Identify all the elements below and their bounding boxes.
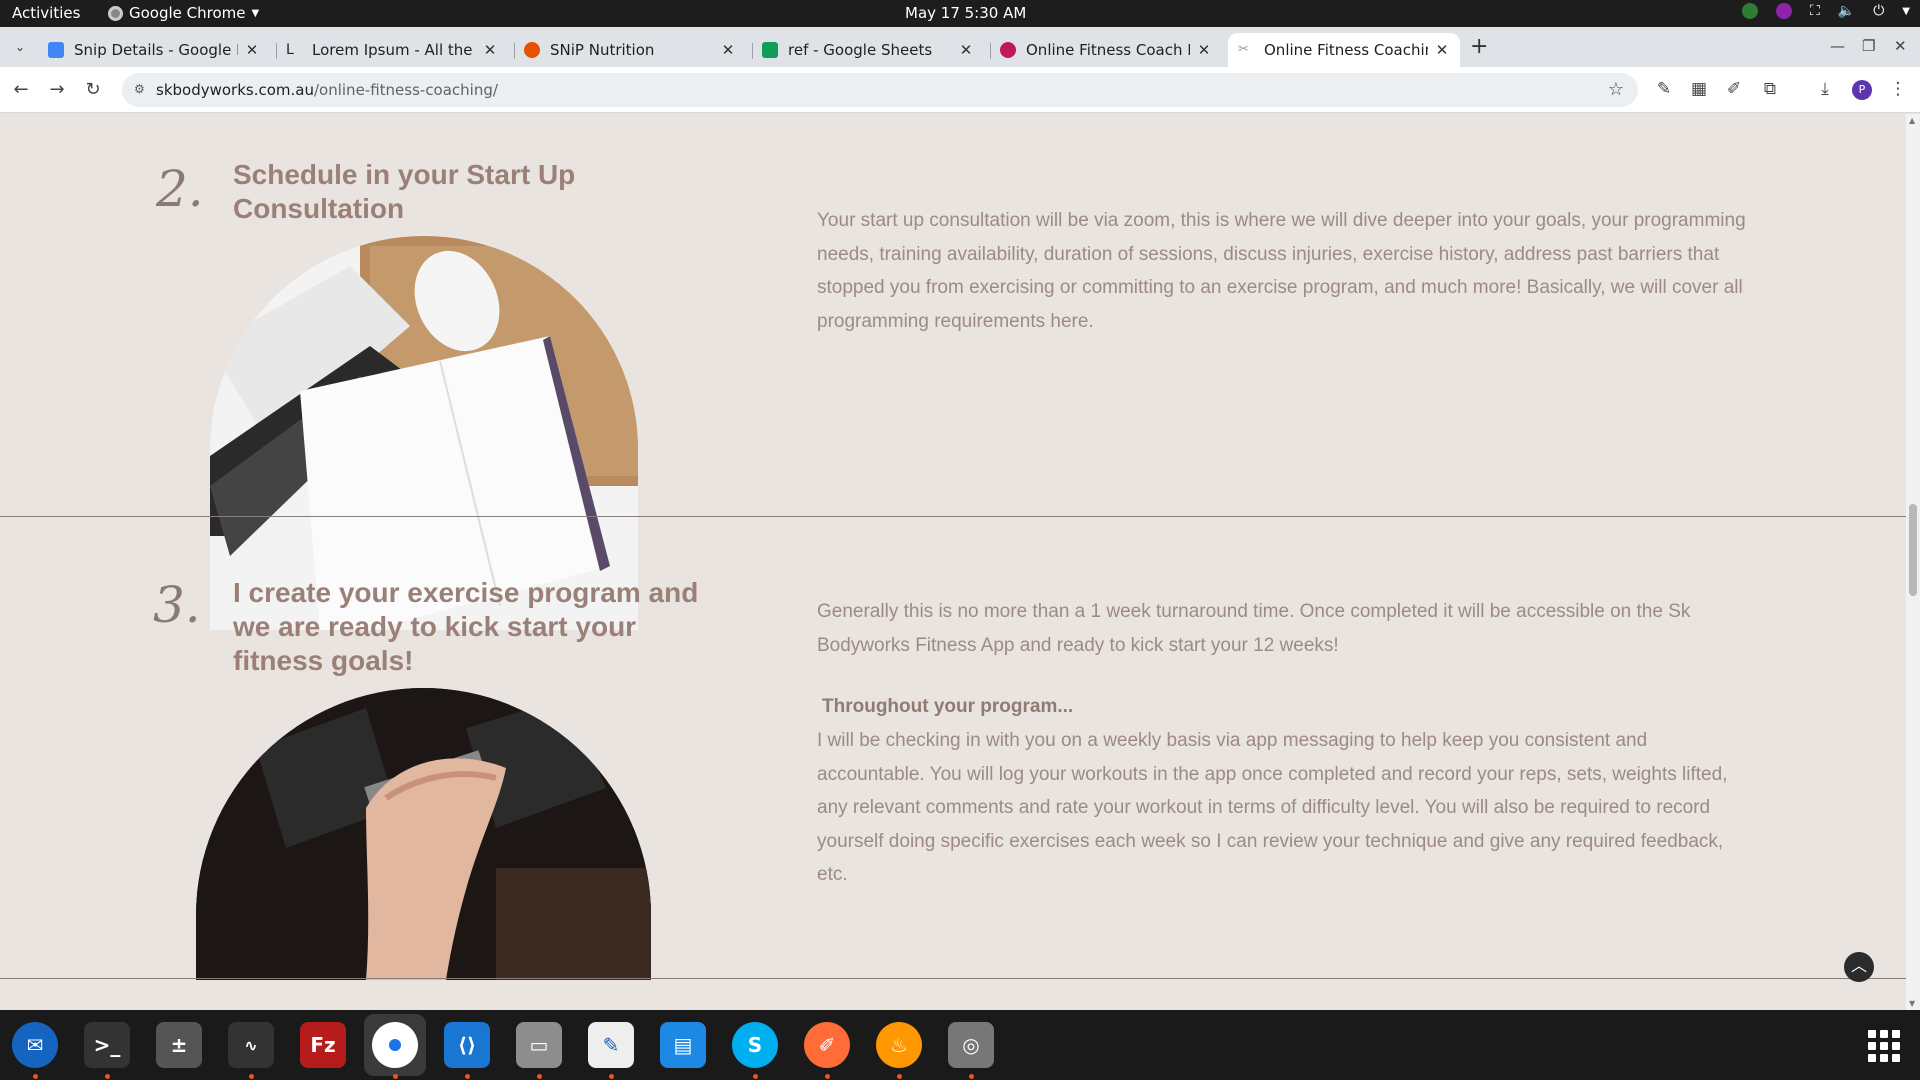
tab-snip-nutrition[interactable]: SNiP Nutrition ✕: [514, 33, 746, 67]
vscode-icon[interactable]: ⟨⟩: [444, 1022, 490, 1068]
network-icon[interactable]: ⛶: [1810, 3, 1820, 19]
extension-calendar-icon[interactable]: ▦: [1689, 79, 1709, 99]
restore-icon[interactable]: ❐: [1862, 37, 1875, 55]
tab-snip-details[interactable]: Snip Details - Google Do ✕: [38, 33, 270, 67]
scroll-down-icon[interactable]: ▼: [1909, 999, 1915, 1008]
close-icon[interactable]: ✕: [244, 41, 260, 59]
files-icon[interactable]: ▭: [516, 1022, 562, 1068]
step-description: Your start up consultation will be via z…: [817, 210, 1746, 332]
step-title: Schedule in your Start Up Consultation: [233, 159, 576, 224]
tab-search-button[interactable]: ⌄: [8, 35, 32, 59]
tab-title: Online Fitness Coach Bri: [1026, 41, 1190, 59]
step-title: I create your exercise program and we ar…: [233, 577, 699, 676]
section-divider: [0, 516, 1906, 517]
tab-online-fitness-coaching[interactable]: ✂ Online Fitness Coaching ✕: [1228, 33, 1460, 67]
close-window-icon[interactable]: ✕: [1894, 37, 1907, 55]
browser-toolbar: ← → ↻ ⚙ skbodyworks.com.au/online-fitnes…: [0, 67, 1920, 113]
scrollbar-thumb[interactable]: [1909, 504, 1917, 596]
update-check-icon[interactable]: [1741, 3, 1758, 19]
web-page: 2. Schedule in your Start Up Consultatio…: [0, 114, 1906, 1010]
app-menu[interactable]: Google Chrome ▼: [108, 4, 259, 22]
eyedropper-icon[interactable]: ✎: [1654, 79, 1674, 99]
address-bar[interactable]: ⚙ skbodyworks.com.au/online-fitness-coac…: [122, 73, 1638, 107]
terminal-icon[interactable]: >_: [84, 1022, 130, 1068]
tab-title: Lorem Ipsum - All the fac: [312, 41, 476, 59]
tab-ref-sheets[interactable]: ref - Google Sheets ✕: [752, 33, 984, 67]
system-tray: ⛶ 🔈 ⏻ ▼: [1741, 3, 1910, 19]
new-tab-icon[interactable]: +: [1470, 36, 1488, 58]
calculator-icon[interactable]: ±: [156, 1022, 202, 1068]
postman-icon[interactable]: ✐: [804, 1022, 850, 1068]
close-icon[interactable]: ✕: [1196, 41, 1212, 59]
site-info-icon[interactable]: ⚙: [134, 82, 150, 98]
scroll-up-icon[interactable]: ▲: [1909, 116, 1915, 125]
section-divider: [0, 978, 1906, 979]
activities-button[interactable]: Activities: [12, 4, 80, 22]
system-monitor-icon[interactable]: ∿: [228, 1022, 274, 1068]
page-scrollbar[interactable]: ▲ ▼: [1906, 114, 1920, 1010]
disk-utility-icon[interactable]: ◎: [948, 1022, 994, 1068]
canva-icon: [1000, 42, 1016, 58]
power-icon[interactable]: ⏻: [1873, 3, 1884, 19]
tab-title: Online Fitness Coaching: [1264, 41, 1428, 59]
close-icon[interactable]: ✕: [958, 41, 974, 59]
clock[interactable]: May 17 5:30 AM: [905, 4, 1026, 22]
fire-app-icon[interactable]: ♨: [876, 1022, 922, 1068]
tab-title: ref - Google Sheets: [788, 41, 933, 59]
minimize-icon[interactable]: —: [1830, 37, 1845, 55]
skype-icon[interactable]: S: [732, 1022, 778, 1068]
filezilla-icon[interactable]: Fz: [300, 1022, 346, 1068]
tray-caret-icon[interactable]: ▼: [1902, 6, 1910, 17]
tab-fitness-brief[interactable]: Online Fitness Coach Bri ✕: [990, 33, 1222, 67]
more-menu-icon[interactable]: ⋮: [1888, 79, 1908, 99]
step-subheading: Throughout your program...: [822, 696, 1074, 717]
chrome-icon[interactable]: [372, 1022, 418, 1068]
tab-title: Snip Details - Google Do: [74, 41, 238, 59]
app-menu-label: Google Chrome: [129, 4, 246, 22]
lorem-icon: L: [286, 42, 294, 58]
tab-strip: ⌄ Snip Details - Google Do ✕ L Lorem Ips…: [0, 27, 1920, 67]
close-icon[interactable]: ✕: [720, 41, 736, 59]
caret-down-icon: ▼: [251, 7, 260, 19]
show-apps-grid-icon[interactable]: [1868, 1030, 1900, 1062]
step-number: 3.: [153, 576, 201, 634]
libreoffice-writer-icon[interactable]: ▤: [660, 1022, 706, 1068]
tab-title: SNiP Nutrition: [550, 41, 655, 59]
color-app-icon[interactable]: [1775, 3, 1792, 19]
forward-icon[interactable]: →: [46, 79, 68, 100]
sheets-icon: [762, 42, 778, 58]
close-icon[interactable]: ✕: [1434, 41, 1450, 59]
thunderbird-icon[interactable]: ✉: [12, 1022, 58, 1068]
dumbbell-photo: [196, 688, 651, 980]
step-number: 2.: [156, 160, 204, 218]
volume-icon[interactable]: 🔈: [1838, 3, 1855, 19]
reload-icon[interactable]: ↻: [82, 79, 104, 100]
chevron-up-icon: ︿: [1850, 956, 1867, 975]
system-top-bar: Activities Google Chrome ▼ May 17 5:30 A…: [0, 0, 1920, 27]
chrome-small-icon: [108, 5, 123, 21]
bookmark-star-icon[interactable]: ☆: [1608, 79, 1624, 100]
sk-icon: ✂: [1238, 42, 1249, 57]
tab-lorem-ipsum[interactable]: L Lorem Ipsum - All the fac ✕: [276, 33, 508, 67]
step-description-2: I will be checking in with you on a week…: [817, 730, 1728, 885]
dock: ✉ >_ ± ∿ Fz ⟨⟩ ▭ ✎ ▤ S ✐ ♨ ◎: [0, 1010, 1920, 1080]
extensions-puzzle-icon[interactable]: ⧉: [1760, 79, 1780, 99]
download-icon[interactable]: ⤓: [1815, 79, 1835, 99]
docs-icon: [48, 42, 64, 58]
extension-pen-icon[interactable]: ✐: [1724, 79, 1744, 99]
back-to-top-button[interactable]: ︿: [1844, 952, 1874, 982]
profile-avatar[interactable]: P: [1852, 80, 1872, 100]
laptop-planner-photo: [210, 236, 638, 630]
text-editor-icon[interactable]: ✎: [588, 1022, 634, 1068]
snip-icon: [524, 42, 540, 58]
url-text[interactable]: skbodyworks.com.au/online-fitness-coachi…: [156, 81, 498, 99]
close-icon[interactable]: ✕: [482, 41, 498, 59]
step-description: Generally this is no more than a 1 week …: [817, 601, 1691, 656]
back-icon[interactable]: ←: [10, 79, 32, 100]
